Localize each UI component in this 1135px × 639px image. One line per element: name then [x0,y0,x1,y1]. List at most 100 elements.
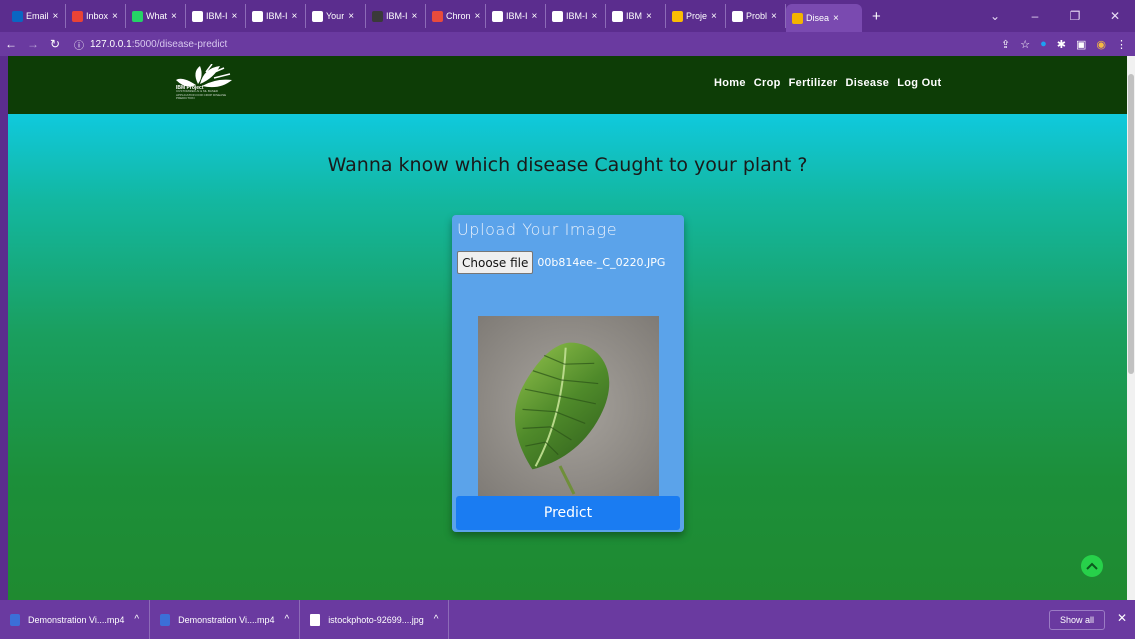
reload-button[interactable]: ↻ [44,37,66,51]
chevron-up-icon[interactable]: ^ [434,614,439,625]
predict-button[interactable]: Predict [456,496,680,530]
bookmark-star-icon[interactable]: ☆ [1020,38,1030,51]
chevron-up-icon[interactable]: ^ [134,614,139,625]
image-file-icon [310,613,321,626]
tab-label: IBM-I [206,11,228,21]
restore-button[interactable]: ❐ [1055,9,1095,23]
browser-tab[interactable]: Your × [306,4,366,28]
tab-label: Email [26,11,49,21]
tab-label: Proje [686,11,708,21]
logo-caption: IBM Project CUSTOMIZED AI & ML BASED APP… [176,86,236,101]
menu-dots-icon[interactable]: ⋮ [1116,38,1127,51]
download-filename: Demonstration Vi....mp4 [28,614,125,625]
tab-favicon-icon [732,10,743,22]
tab-close-icon[interactable]: × [112,11,118,22]
nav-crop[interactable]: Crop [754,77,781,89]
choose-file-button[interactable]: Choose file [457,251,534,274]
tab-favicon-icon [552,10,563,22]
tab-label: Inbox [86,11,109,21]
minimize-button[interactable]: – [1015,9,1055,23]
back-button[interactable]: ← [0,37,22,51]
download-item[interactable]: istockphoto-92699....jpg ^ [300,600,450,639]
tab-close-icon[interactable]: × [232,11,238,22]
page-viewport: IBM Project CUSTOMIZED AI & ML BASED APP… [8,56,1127,600]
new-tab-button[interactable]: + [862,8,891,25]
tab-close-icon[interactable]: × [412,11,418,22]
browser-tab-strip: Email × Inbox × What × IBM-I × IBM-I × Your × IBM-I ×… [0,0,1135,32]
tab-favicon-icon [12,10,23,22]
scrollbar-thumb[interactable] [1128,74,1134,374]
tab-label: IBM-I [506,11,528,21]
file-input[interactable]: Choose file 00b814ee-_C_0220.JPG [457,251,665,274]
nav-logout[interactable]: Log Out [897,77,941,89]
browser-tab[interactable]: Proje × [666,4,726,28]
browser-tab[interactable]: Probl × [726,4,786,28]
tab-favicon-icon [132,10,143,22]
tab-close-icon[interactable]: × [771,11,777,22]
chevron-up-icon [1086,562,1098,570]
tab-close-icon[interactable]: × [833,13,839,24]
tab-close-icon[interactable]: × [348,11,354,22]
url-path: :5000/disease-predict [131,38,228,50]
tab-label: IBM-I [386,11,408,21]
browser-tab[interactable]: IBM × [606,4,666,28]
tab-close-icon[interactable]: × [292,11,298,22]
nav-home[interactable]: Home [714,77,746,89]
site-navbar: IBM Project CUSTOMIZED AI & ML BASED APP… [8,56,1127,114]
tab-favicon-icon [252,10,263,22]
download-filename: istockphoto-92699....jpg [328,614,424,625]
download-filename: Demonstration Vi....mp4 [178,614,275,625]
extension-icon[interactable]: ● [1040,38,1047,50]
tab-search-icon[interactable]: ⌄ [975,9,1015,23]
nav-disease[interactable]: Disease [846,77,890,89]
url-host: 127.0.0.1 [90,38,132,50]
tab-label: IBM-I [266,11,288,21]
tab-close-icon[interactable]: × [711,11,717,22]
close-downloads-icon[interactable]: ✕ [1117,611,1127,625]
window-controls: ⌄ – ❐ ✕ [975,0,1135,32]
show-all-button[interactable]: Show all [1048,610,1105,630]
tab-favicon-icon [492,10,503,22]
tab-close-icon[interactable]: × [532,11,538,22]
puzzle-icon[interactable]: ✱ [1057,38,1066,51]
tab-close-icon[interactable]: × [171,11,177,22]
profile-avatar-icon[interactable]: ◉ [1096,38,1106,51]
tab-label: Probl [746,11,768,21]
browser-tab[interactable]: Chron × [426,4,486,28]
browser-tab[interactable]: IBM-I × [186,4,246,28]
download-item[interactable]: Demonstration Vi....mp4 ^ [0,600,151,639]
site-info-icon[interactable]: ⓘ [74,37,84,52]
video-file-icon [10,613,20,626]
tab-close-icon[interactable]: × [592,11,598,22]
extension-toolbar: ⇪ ☆ ● ✱ ▣ ◉ ⋮ [1001,32,1127,56]
browser-tab[interactable]: Inbox × [66,4,126,28]
tab-favicon-icon [792,12,803,24]
browser-tab[interactable]: What × [126,4,186,28]
hero-section: Wanna know which disease Caught to your … [8,114,1127,600]
browser-tab[interactable]: Disea × [786,4,862,32]
url-field[interactable]: ⓘ 127.0.0.1:5000/disease-predict [74,35,227,53]
tab-close-icon[interactable]: × [475,11,481,22]
browser-tab[interactable]: IBM-I × [246,4,306,28]
tab-favicon-icon [72,10,83,22]
browser-tab[interactable]: IBM-I × [486,4,546,28]
tab-close-icon[interactable]: × [53,11,59,22]
page-scrollbar[interactable] [1127,56,1135,600]
browser-tab[interactable]: IBM-I × [546,4,606,28]
scroll-to-top-button[interactable] [1081,555,1103,577]
window-frame-left [0,56,8,600]
tab-close-icon[interactable]: × [646,11,652,22]
sidebar-icon[interactable]: ▣ [1076,38,1086,51]
image-preview [478,316,659,496]
browser-tab[interactable]: IBM-I × [366,4,426,28]
share-icon[interactable]: ⇪ [1001,38,1010,51]
chevron-up-icon[interactable]: ^ [284,614,289,625]
browser-tab[interactable]: Email × [6,4,66,28]
downloads-bar: Demonstration Vi....mp4 ^ Demonstration … [0,600,1135,639]
close-window-button[interactable]: ✕ [1095,9,1135,23]
tab-favicon-icon [372,10,383,22]
download-item[interactable]: Demonstration Vi....mp4 ^ [150,600,301,639]
nav-fertilizer[interactable]: Fertilizer [789,77,838,89]
tab-favicon-icon [192,10,203,22]
forward-button[interactable]: → [22,37,44,51]
